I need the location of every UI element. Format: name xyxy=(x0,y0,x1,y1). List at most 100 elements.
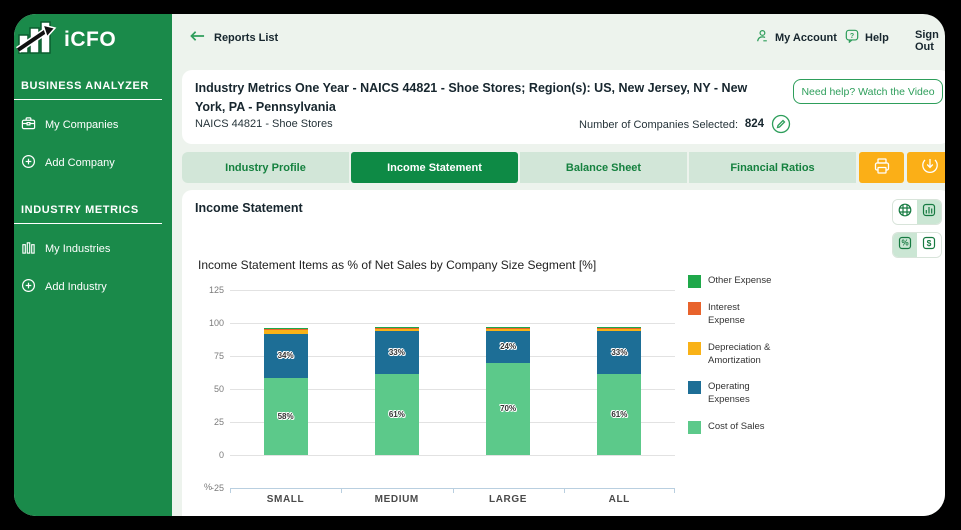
sidebar-item-label: Add Industry xyxy=(45,281,107,293)
y-axis-title: % xyxy=(204,482,212,492)
stacked-bar-large[interactable]: 70%24% xyxy=(486,327,530,455)
legend-item[interactable]: Cost of Sales xyxy=(688,420,774,434)
chart-legend: Other Expense Interest Expense Depreciatio… xyxy=(688,274,774,434)
y-tick-label: 25 xyxy=(214,417,224,427)
help-button[interactable]: ? Help xyxy=(845,29,889,46)
report-header-card: Industry Metrics One Year - NAICS 44821 … xyxy=(182,70,945,144)
y-tick-label: 100 xyxy=(209,318,224,328)
app-logo: iCFO xyxy=(14,14,172,58)
briefcase-icon xyxy=(21,116,36,134)
y-tick-label: -25 xyxy=(211,483,224,493)
back-arrow-icon xyxy=(190,29,205,47)
sidebar-item-add-company[interactable]: Add Company xyxy=(14,144,172,182)
table-view-toggle[interactable] xyxy=(893,200,917,224)
topbar: Reports List My Account ? xyxy=(172,14,945,60)
sidebar-heading-industry-metrics: INDUSTRY METRICS xyxy=(14,204,172,216)
add-circle-icon xyxy=(21,154,36,172)
bar-segment xyxy=(597,327,641,328)
tab-balance-sheet[interactable]: Balance Sheet xyxy=(520,152,687,183)
legend-item[interactable]: Other Expense xyxy=(688,274,774,288)
bar-segment xyxy=(375,328,419,329)
stacked-bar-small[interactable]: 58% 34% xyxy=(264,328,308,455)
app-window: iCFO BUSINESS ANALYZER My Companies Add … xyxy=(14,14,945,516)
watch-video-button[interactable]: Need help? Watch the Video xyxy=(793,79,943,104)
bar-segment xyxy=(486,328,530,331)
bar-segment-label: 61% xyxy=(597,410,641,419)
bar-segment-label: 58% xyxy=(264,412,308,421)
my-account-label: My Account xyxy=(775,32,837,44)
industry-columns-icon xyxy=(21,240,36,258)
sidebar-item-add-industry[interactable]: Add Industry xyxy=(14,268,172,306)
percent-toggle[interactable]: % xyxy=(893,233,917,257)
tab-industry-profile[interactable]: Industry Profile xyxy=(182,152,349,183)
dollar-toggle[interactable]: $ xyxy=(917,233,941,257)
tab-financial-ratios[interactable]: Financial Ratios xyxy=(689,152,856,183)
bar-segment xyxy=(486,328,530,329)
sidebar: iCFO BUSINESS ANALYZER My Companies Add … xyxy=(14,14,172,516)
legend-item[interactable]: Interest Expense xyxy=(688,301,774,328)
bar-segment xyxy=(264,330,308,334)
x-category-label: MEDIUM xyxy=(341,494,452,505)
legend-swatch-icon xyxy=(688,381,701,394)
bar-segment: 33% xyxy=(375,331,419,375)
sidebar-item-label: Add Company xyxy=(45,157,115,169)
legend-swatch-icon xyxy=(688,421,701,434)
sidebar-divider xyxy=(14,99,162,100)
y-tick-label: 75 xyxy=(214,351,224,361)
sidebar-item-my-companies[interactable]: My Companies xyxy=(14,106,172,144)
x-axis-tick xyxy=(230,488,231,493)
x-axis-tick xyxy=(341,488,342,493)
sidebar-item-label: My Companies xyxy=(45,119,118,131)
companies-selected-row: Number of Companies Selected: 824 xyxy=(182,116,945,138)
legend-item[interactable]: Depreciation & Amortization xyxy=(688,341,774,368)
bar-segment-label: 70% xyxy=(486,404,530,413)
legend-label: Interest Expense xyxy=(708,301,774,328)
print-button[interactable] xyxy=(859,152,904,183)
companies-selected-count: 824 xyxy=(745,118,764,130)
y-axis-labels: 1251007550250-25 xyxy=(182,290,224,488)
legend-item[interactable]: Operating Expenses xyxy=(688,380,774,407)
companies-selected-label: Number of Companies Selected: xyxy=(579,119,738,131)
bar-segment xyxy=(375,327,419,328)
view-toggle-group xyxy=(892,199,942,225)
legend-swatch-icon xyxy=(688,275,701,288)
legend-swatch-icon xyxy=(688,302,701,315)
x-category-label: SMALL xyxy=(230,494,341,505)
sidebar-item-label: My Industries xyxy=(45,243,110,255)
bar-segment-label: 61% xyxy=(375,410,419,419)
help-bubble-icon: ? xyxy=(845,29,859,46)
bar-segment: 33% xyxy=(597,331,641,375)
bar-segment xyxy=(375,328,419,331)
sidebar-divider xyxy=(14,223,162,224)
download-button[interactable] xyxy=(907,152,945,183)
x-axis-tick xyxy=(453,488,454,493)
chart-plot: 58%34%SMALL61%33%MEDIUM70%24%LARGE61%33%… xyxy=(230,290,675,488)
report-title: Industry Metrics One Year - NAICS 44821 … xyxy=(195,79,760,118)
back-to-reports-link[interactable]: Reports List xyxy=(190,29,278,47)
bar-segment: 34% xyxy=(264,334,308,379)
bar-segment xyxy=(264,328,308,329)
tab-income-statement[interactable]: Income Statement xyxy=(351,152,518,183)
logo-text: iCFO xyxy=(64,28,116,52)
chart-title: Income Statement Items as % of Net Sales… xyxy=(198,258,596,272)
stacked-bar-all[interactable]: 61% 33% xyxy=(597,327,641,455)
sidebar-item-my-industries[interactable]: My Industries xyxy=(14,230,172,268)
bar-segment: 61% xyxy=(375,374,419,455)
my-account-button[interactable]: My Account xyxy=(755,29,837,46)
printer-icon xyxy=(873,157,891,178)
dollar-icon: $ xyxy=(922,236,936,255)
chart-view-toggle[interactable] xyxy=(917,200,941,224)
legend-label: Operating Expenses xyxy=(708,380,774,407)
table-grid-icon xyxy=(898,203,912,222)
edit-companies-icon[interactable] xyxy=(770,114,792,136)
y-tick-label: 50 xyxy=(214,384,224,394)
unit-toggle-group: % $ xyxy=(892,232,942,258)
download-icon xyxy=(921,157,939,178)
legend-label: Other Expense xyxy=(708,274,774,287)
stacked-bar-medium[interactable]: 61% 33% xyxy=(375,327,419,455)
sign-out-button[interactable]: Sign Out xyxy=(915,29,945,53)
x-axis-tick xyxy=(674,488,675,493)
legend-label: Cost of Sales xyxy=(708,420,774,433)
back-label: Reports List xyxy=(214,32,278,44)
x-category-label: ALL xyxy=(564,494,675,505)
